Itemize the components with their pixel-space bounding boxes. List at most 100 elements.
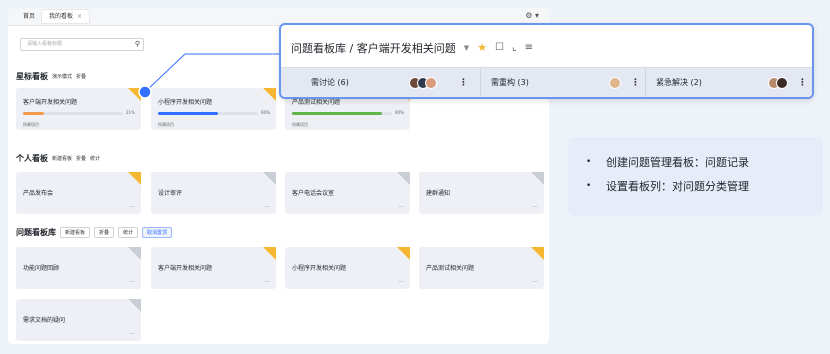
stats-link[interactable]: 统计	[90, 155, 100, 162]
card-title: 功能问题回顾	[23, 265, 60, 272]
column-refactor[interactable]: 需重构 (3) ⋮	[481, 68, 646, 97]
more-vert-icon[interactable]: ⋮	[631, 78, 640, 88]
tab-my-boards-label: 我的看板	[49, 13, 74, 20]
unpin-button[interactable]: 取消置顶	[142, 227, 173, 238]
library-card[interactable]: 产品测试相关问题 ···	[419, 247, 544, 289]
avatar	[776, 76, 788, 89]
breadcrumb[interactable]: 问题看板库 / 客户端开发相关问题	[291, 40, 456, 56]
demo-mode-link[interactable]: 演示模式	[52, 73, 72, 80]
progress-pct: 21%	[126, 110, 135, 115]
card-project: 所属项目	[23, 122, 39, 127]
personal-card[interactable]: 设计审评 ···	[151, 172, 276, 214]
search-placeholder: 请输入看板标题	[27, 41, 63, 47]
search-input[interactable]: 请输入看板标题 ⚲	[20, 38, 144, 51]
personal-card[interactable]: 建群通知 ···	[419, 172, 544, 214]
corner-icon	[531, 172, 544, 185]
chevron-down-icon[interactable]: ▼	[464, 44, 469, 52]
star-corner-icon	[531, 247, 544, 260]
corner-icon	[397, 172, 410, 185]
star-card[interactable]: 客户端开发相关问题 21% 所属项目	[16, 88, 141, 130]
more-icon[interactable]: ···	[532, 204, 538, 211]
card-title: 设计审评	[158, 190, 183, 197]
card-title: 小程序开发相关问题	[158, 99, 213, 106]
star-corner-icon	[128, 88, 141, 101]
corner-icon	[128, 299, 141, 312]
stage: 首页 我的看板 × ⚙ ▾ 请输入看板标题 ⚲ 星标看板 演示模式 折叠 客户端开发…	[0, 0, 830, 354]
new-board-link[interactable]: 新建看板	[52, 155, 72, 162]
more-vert-icon[interactable]: ⋮	[798, 78, 807, 88]
card-title: 产品发布会	[23, 190, 54, 197]
card-title: 建群通知	[426, 190, 451, 197]
column-label: 紧急解决 (2)	[656, 78, 702, 87]
library-card[interactable]: 客户端开发相关问题 ···	[151, 247, 276, 289]
progress-bar	[23, 112, 123, 115]
bullet-icon: •	[586, 181, 592, 191]
more-icon[interactable]: ···	[264, 204, 270, 211]
progress-bar	[292, 112, 392, 115]
card-title: 客户端开发相关问题	[158, 265, 213, 272]
card-project: 所属项目	[158, 122, 174, 127]
feature-notes: • 创建问题管理看板：问题记录 • 设置看板列：对问题分类管理	[568, 137, 823, 216]
card-title: 需求文档的疑问	[23, 317, 66, 324]
note-text: 设置看板列：对问题分类管理	[606, 180, 749, 193]
card-title: 产品测试相关问题	[426, 265, 475, 272]
card-project: 所属项目	[292, 122, 308, 127]
collapse-link[interactable]: 折叠	[76, 73, 86, 80]
library-section-label: 问题看板库	[16, 228, 56, 237]
more-icon[interactable]: ···	[398, 279, 404, 286]
library-card[interactable]: 功能问题回顾 ···	[16, 247, 141, 289]
more-icon[interactable]: ···	[264, 279, 270, 286]
library-card[interactable]: 小程序开发相关问题 ···	[285, 247, 410, 289]
personal-section-label: 个人看板	[16, 154, 48, 163]
column-urgent[interactable]: 紧急解决 (2) ⋮	[646, 68, 812, 97]
library-section-title: 问题看板库 新建看板 折叠 统计 取消置顶	[16, 227, 173, 238]
more-vert-icon[interactable]: ⋮	[459, 78, 468, 88]
collapse-link[interactable]: 折叠	[76, 155, 86, 162]
stats-button[interactable]: 统计	[118, 227, 139, 238]
chart-icon[interactable]: ⌞	[512, 42, 517, 53]
progress-bar	[158, 112, 258, 115]
more-icon[interactable]: ···	[129, 204, 135, 211]
tab-home[interactable]: 首页	[16, 10, 42, 23]
note-item: • 设置看板列：对问题分类管理	[586, 174, 823, 198]
corner-icon	[263, 172, 276, 185]
star-corner-icon	[263, 88, 276, 101]
more-icon[interactable]: ···	[398, 204, 404, 211]
note-item: • 创建问题管理看板：问题记录	[586, 150, 823, 174]
board-icon[interactable]: ☐	[495, 42, 504, 53]
card-title: 小程序开发相关问题	[292, 265, 347, 272]
avatar-group	[609, 76, 621, 89]
card-title: 客户电话会议室	[292, 190, 335, 197]
corner-icon	[128, 247, 141, 260]
new-board-button[interactable]: 新建看板	[60, 227, 91, 238]
star-card[interactable]: 小程序开发相关问题 60% 所属项目	[151, 88, 276, 130]
search-icon[interactable]: ⚲	[135, 39, 140, 50]
progress-fill	[292, 112, 382, 115]
board-popup: 问题看板库 / 客户端开发相关问题 ▼ ★ ☐ ⌞ ≡ 需讨论 (6) ⋮ 需重…	[279, 23, 814, 99]
avatar-group	[409, 76, 437, 89]
more-icon[interactable]: ···	[532, 279, 538, 286]
star-corner-icon	[263, 247, 276, 260]
more-icon[interactable]: ···	[129, 279, 135, 286]
bullet-icon: •	[586, 157, 592, 167]
progress-fill	[23, 112, 44, 115]
star-corner-icon	[397, 247, 410, 260]
close-icon[interactable]: ×	[77, 13, 82, 20]
star-corner-icon	[128, 172, 141, 185]
tab-my-boards[interactable]: 我的看板 ×	[42, 10, 90, 23]
library-card[interactable]: 需求文档的疑问 ···	[16, 299, 141, 341]
personal-section-title: 个人看板 新建看板 折叠 统计	[16, 153, 100, 164]
progress-pct: 90%	[395, 110, 404, 115]
column-bar: 需讨论 (6) ⋮ 需重构 (3) ⋮ 紧急解决 (2) ⋮	[281, 67, 812, 97]
personal-card[interactable]: 客户电话会议室 ···	[285, 172, 410, 214]
column-discuss[interactable]: 需讨论 (6) ⋮	[281, 68, 481, 97]
sort-icon[interactable]: ≡	[525, 42, 533, 53]
avatar	[425, 76, 437, 89]
collapse-button[interactable]: 折叠	[94, 227, 115, 238]
star-section-label: 星标看板	[16, 72, 48, 81]
personal-card[interactable]: 产品发布会 ···	[16, 172, 141, 214]
popup-header: 问题看板库 / 客户端开发相关问题 ▼ ★ ☐ ⌞ ≡	[281, 25, 812, 70]
gear-icon[interactable]: ⚙ ▾	[525, 11, 539, 20]
star-icon[interactable]: ★	[477, 41, 487, 54]
more-icon[interactable]: ···	[129, 331, 135, 338]
